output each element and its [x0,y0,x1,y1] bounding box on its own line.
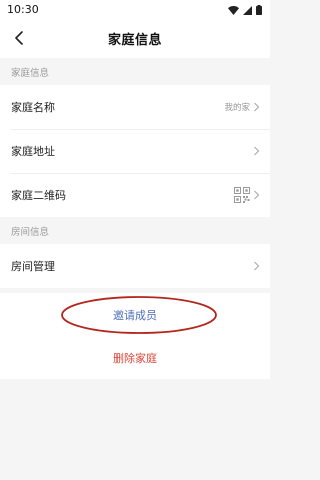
family-name-right: 我的家 [224,101,260,113]
chevron-right-icon [254,146,260,156]
family-qrcode-label: 家庭二维码 [11,189,66,202]
row-family-address[interactable]: 家庭地址 [0,129,270,173]
room-management-label: 房间管理 [11,260,55,273]
family-address-label: 家庭地址 [11,145,55,158]
page-title: 家庭信息 [107,32,162,48]
room-management-right [253,261,260,271]
battery-icon [256,0,262,19]
row-family-qrcode[interactable]: 家庭二维码 [0,173,270,217]
status-icons [228,0,262,19]
family-name-label: 家庭名称 [11,101,55,114]
family-info-group: 家庭名称 我的家 家庭地址 家庭二维码 [0,85,270,217]
family-address-right [253,146,260,156]
row-family-name[interactable]: 家庭名称 我的家 [0,85,270,129]
chevron-right-icon [254,190,260,200]
nav-bar: 家庭信息 [0,18,270,58]
chevron-right-icon [254,261,260,271]
status-time: 10:30 [7,2,39,16]
section-header-room-info: 房间信息 [11,226,50,238]
screen: 10:30 家庭信息 家庭信息 家庭名称 我的家 家庭地址 家庭二维码 房间信息… [0,0,270,480]
family-name-value: 我的家 [224,103,250,113]
actions-group: 邀请成员 删除家庭 [0,293,270,379]
delete-family-button[interactable]: 删除家庭 [0,336,270,379]
wifi-icon [228,0,239,19]
invite-member-button[interactable]: 邀请成员 [0,293,270,336]
chevron-right-icon [254,102,260,112]
room-info-group: 房间管理 [0,244,270,288]
section-header-family-info: 家庭信息 [11,67,50,79]
signal-icon [243,0,252,19]
qr-code-icon [234,187,250,203]
status-bar: 10:30 [0,0,270,18]
empty-background [0,393,270,480]
row-room-management[interactable]: 房间管理 [0,244,270,288]
family-qrcode-right [234,187,260,203]
back-arrow-icon[interactable] [8,26,30,50]
